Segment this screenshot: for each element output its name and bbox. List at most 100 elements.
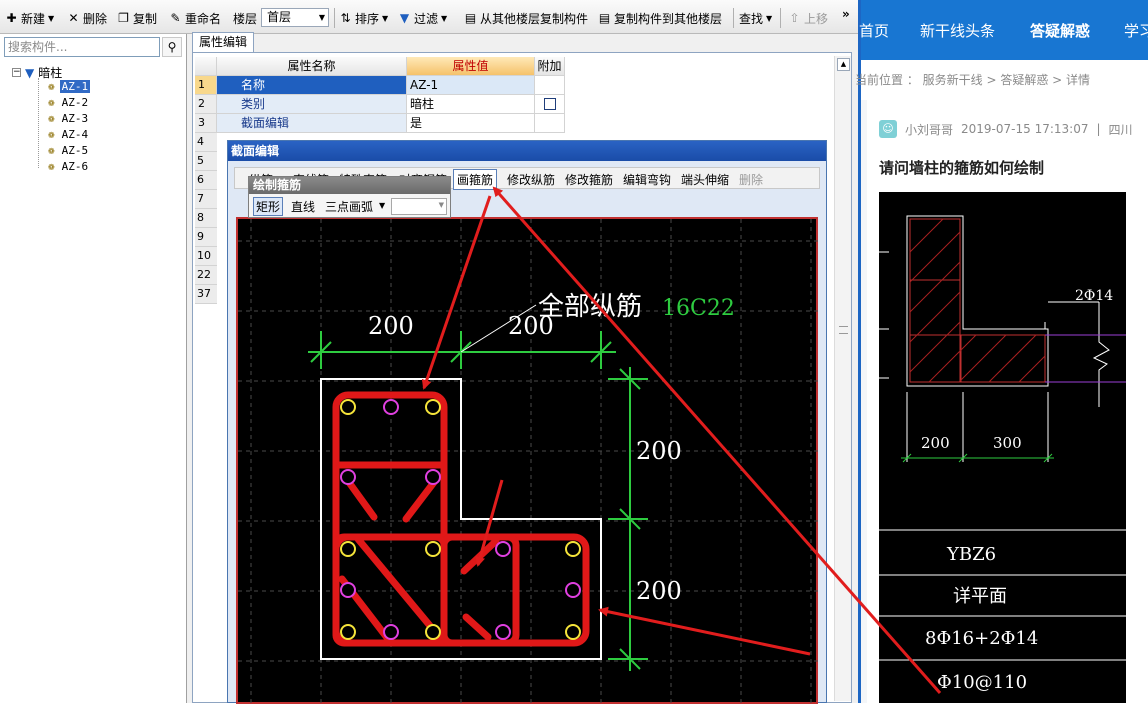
scroll-grip[interactable] (839, 326, 848, 334)
chevron-down-icon: ▼ (382, 13, 389, 23)
meta-divider: | (1096, 122, 1101, 136)
copy-icon: ❐ (118, 10, 129, 25)
tree-item-az-5[interactable]: ❁ AZ-5 (48, 144, 90, 157)
rename-button[interactable]: ✎ 重命名 (169, 9, 221, 27)
delete-button[interactable]: ✕ 删除 (67, 9, 107, 27)
chevron-down-icon: ▼ (441, 13, 448, 23)
copy-button[interactable]: ❐ 复制 (117, 9, 157, 27)
property-value-input[interactable]: 暗柱 (407, 95, 535, 114)
search-input[interactable]: 搜索构件... (4, 37, 160, 57)
collapse-icon[interactable]: − (12, 68, 21, 77)
table-row[interactable]: 3 截面编辑 是 (195, 114, 565, 133)
property-extra (535, 76, 565, 95)
nav-learning[interactable]: 学习 (1124, 20, 1148, 41)
draw-stirrup-button[interactable]: 画箍筋 (453, 169, 498, 190)
component-icon: ❁ (48, 112, 55, 125)
cad-section-label: 详平面 (953, 586, 1007, 607)
copy-from-floor-button[interactable]: ▤ 从其他楼层复制构件 (464, 9, 588, 27)
row-number: 10 (195, 247, 217, 266)
end-extend-button[interactable]: 端头伸缩 (681, 171, 729, 188)
nav-home[interactable]: 首页 (859, 20, 889, 41)
chevron-down-icon[interactable]: ▼ (379, 201, 385, 210)
attached-cad-image[interactable]: 2Φ14 200 300 YBZ6 详平面 8Φ16+2Φ14 Φ10@110 (879, 192, 1126, 703)
chevron-down-icon: ▼ (48, 13, 55, 23)
table-row[interactable]: 1 名称 AZ-1 (195, 76, 565, 95)
row-number: 3 (195, 114, 217, 133)
cad-main-rebar: 8Φ16+2Φ14 (925, 628, 1038, 649)
component-list-panel: 搜索构件... ⚲ − ▼ 暗柱 ❁ AZ-1 ❁ AZ-2 ❁ AZ-3 ❁ AZ-4… (0, 34, 187, 703)
property-grid-scrollbar[interactable]: ▲ (834, 56, 851, 701)
column-outline (320, 378, 602, 660)
toolbar-divider (334, 8, 335, 28)
section-editor-window: 截面编辑 纵筋 直线筋 特殊直筋 对齐钢筋 画箍筋 修改纵筋 修改箍筋 编辑弯钩… (227, 140, 827, 706)
search-button[interactable]: ⚲ (162, 37, 182, 57)
column-header-extra[interactable]: 附加 (535, 57, 565, 76)
copy-to-floor-button[interactable]: ▤ 复制构件到其他楼层 (598, 9, 722, 27)
nav-qa[interactable]: 答疑解惑 (1030, 20, 1090, 41)
column-header-value[interactable]: 属性值 (407, 57, 535, 76)
search-icon: ⚲ (167, 40, 177, 54)
cad-dim-right: 300 (993, 434, 1022, 452)
rebar-spec-label: 16C22 (662, 296, 735, 321)
main-toolbar: ✚ 新建 ▼ ✕ 删除 ❐ 复制 ✎ 重命名 楼层 首层 ▼ ⇅ 排序 ▼ ▼ 过滤 ▼ ▤ 从其他楼… (0, 0, 858, 34)
all-rebar-label: 全部纵筋 (538, 292, 642, 322)
tree-item-az-1[interactable]: ❁ AZ-1 (48, 80, 91, 93)
component-icon: ❁ (48, 160, 55, 173)
qa-web-page: 首页 新干线头条 答疑解惑 学习 当前位置 ： 服务新干线 > 答疑解惑 > 详… (855, 0, 1148, 703)
new-icon: ✚ (6, 10, 17, 25)
dim-right-bottom: 200 (636, 577, 682, 605)
component-icon: ❁ (48, 128, 55, 141)
question-title: 请问墙柱的箍筋如何绘制 (879, 159, 1045, 177)
site-navbar: 首页 新干线头条 答疑解惑 学习 (859, 0, 1148, 60)
floor-select[interactable]: 首层 ▼ (261, 8, 329, 27)
extra-checkbox[interactable] (544, 98, 556, 110)
tree-item-az-6[interactable]: ❁ AZ-6 (48, 160, 90, 173)
tree-item-az-2[interactable]: ❁ AZ-2 (48, 96, 90, 109)
drawing-canvas[interactable]: 200 200 200 200 全部纵筋 16C22 (236, 217, 820, 706)
author-row: ☺ 小刘哥哥 2019-07-15 17:13:07 | 四川 (879, 120, 1133, 138)
grid-corner (195, 57, 217, 76)
three-point-arc-button[interactable]: 三点画弧 (325, 198, 373, 215)
table-row[interactable]: 2 类别 暗柱 (195, 95, 565, 114)
row-number: 1 (195, 76, 217, 95)
find-button[interactable]: 查找 ▼ (739, 9, 772, 27)
move-up-button[interactable]: ⇧ 上移 (788, 9, 828, 27)
tree-item-az-4[interactable]: ❁ AZ-4 (48, 128, 90, 141)
arc-option-select[interactable]: ▼ (391, 198, 447, 215)
avatar[interactable]: ☺ (879, 120, 897, 138)
author-name[interactable]: 小刘哥哥 (905, 121, 953, 138)
cad-purple-lines (1045, 334, 1126, 383)
line-button[interactable]: 直线 (291, 198, 315, 215)
rectangle-button[interactable]: 矩形 (253, 197, 284, 216)
component-icon: ❁ (48, 80, 55, 93)
draw-stirrup-toolbar: 绘制箍筋 矩形 直线 三点画弧 ▼ ▼ (248, 176, 451, 218)
property-value-input[interactable]: 是 (407, 114, 535, 133)
tab-property-edit[interactable]: 属性编辑 (192, 32, 254, 52)
edit-hook-button[interactable]: 编辑弯钩 (623, 171, 671, 188)
sort-button[interactable]: ⇅ 排序 ▼ (339, 9, 388, 27)
delete-button[interactable]: 删除 (739, 171, 763, 188)
column-header-name[interactable]: 属性名称 (217, 57, 407, 76)
draw-stirrup-title: 绘制箍筋 (249, 177, 450, 194)
nav-headlines[interactable]: 新干线头条 (920, 20, 995, 41)
dim-top-left: 200 (368, 312, 414, 340)
cad-rebar-label: 2Φ14 (1075, 288, 1113, 304)
component-icon: ❁ (48, 144, 55, 157)
property-extra (535, 114, 565, 133)
filter-button[interactable]: ▼ 过滤 ▼ (398, 9, 447, 27)
toolbar-divider (733, 8, 734, 28)
cad-application: ✚ 新建 ▼ ✕ 删除 ❐ 复制 ✎ 重命名 楼层 首层 ▼ ⇅ 排序 ▼ ▼ 过滤 ▼ ▤ 从其他楼… (0, 0, 858, 706)
breadcrumb: 当前位置 ： 服务新干线 > 答疑解惑 > 详情 (855, 73, 1090, 87)
modify-longitudinal-button[interactable]: 修改纵筋 (507, 171, 555, 188)
new-button[interactable]: ✚ 新建 ▼ (5, 9, 54, 27)
row-number: 8 (195, 209, 217, 228)
chevron-down-icon: ▼ (438, 201, 444, 209)
property-name: 类别 (217, 95, 407, 114)
post-date: 2019-07-15 17:13:07 (961, 122, 1089, 136)
property-value-input[interactable]: AZ-1 (407, 76, 535, 95)
scroll-up-icon[interactable]: ▲ (837, 58, 850, 71)
modify-stirrup-button[interactable]: 修改箍筋 (565, 171, 613, 188)
floor-copy-icon: ▤ (598, 10, 611, 25)
tree-item-az-3[interactable]: ❁ AZ-3 (48, 112, 90, 125)
toolbar-overflow-button[interactable]: » (842, 5, 850, 23)
